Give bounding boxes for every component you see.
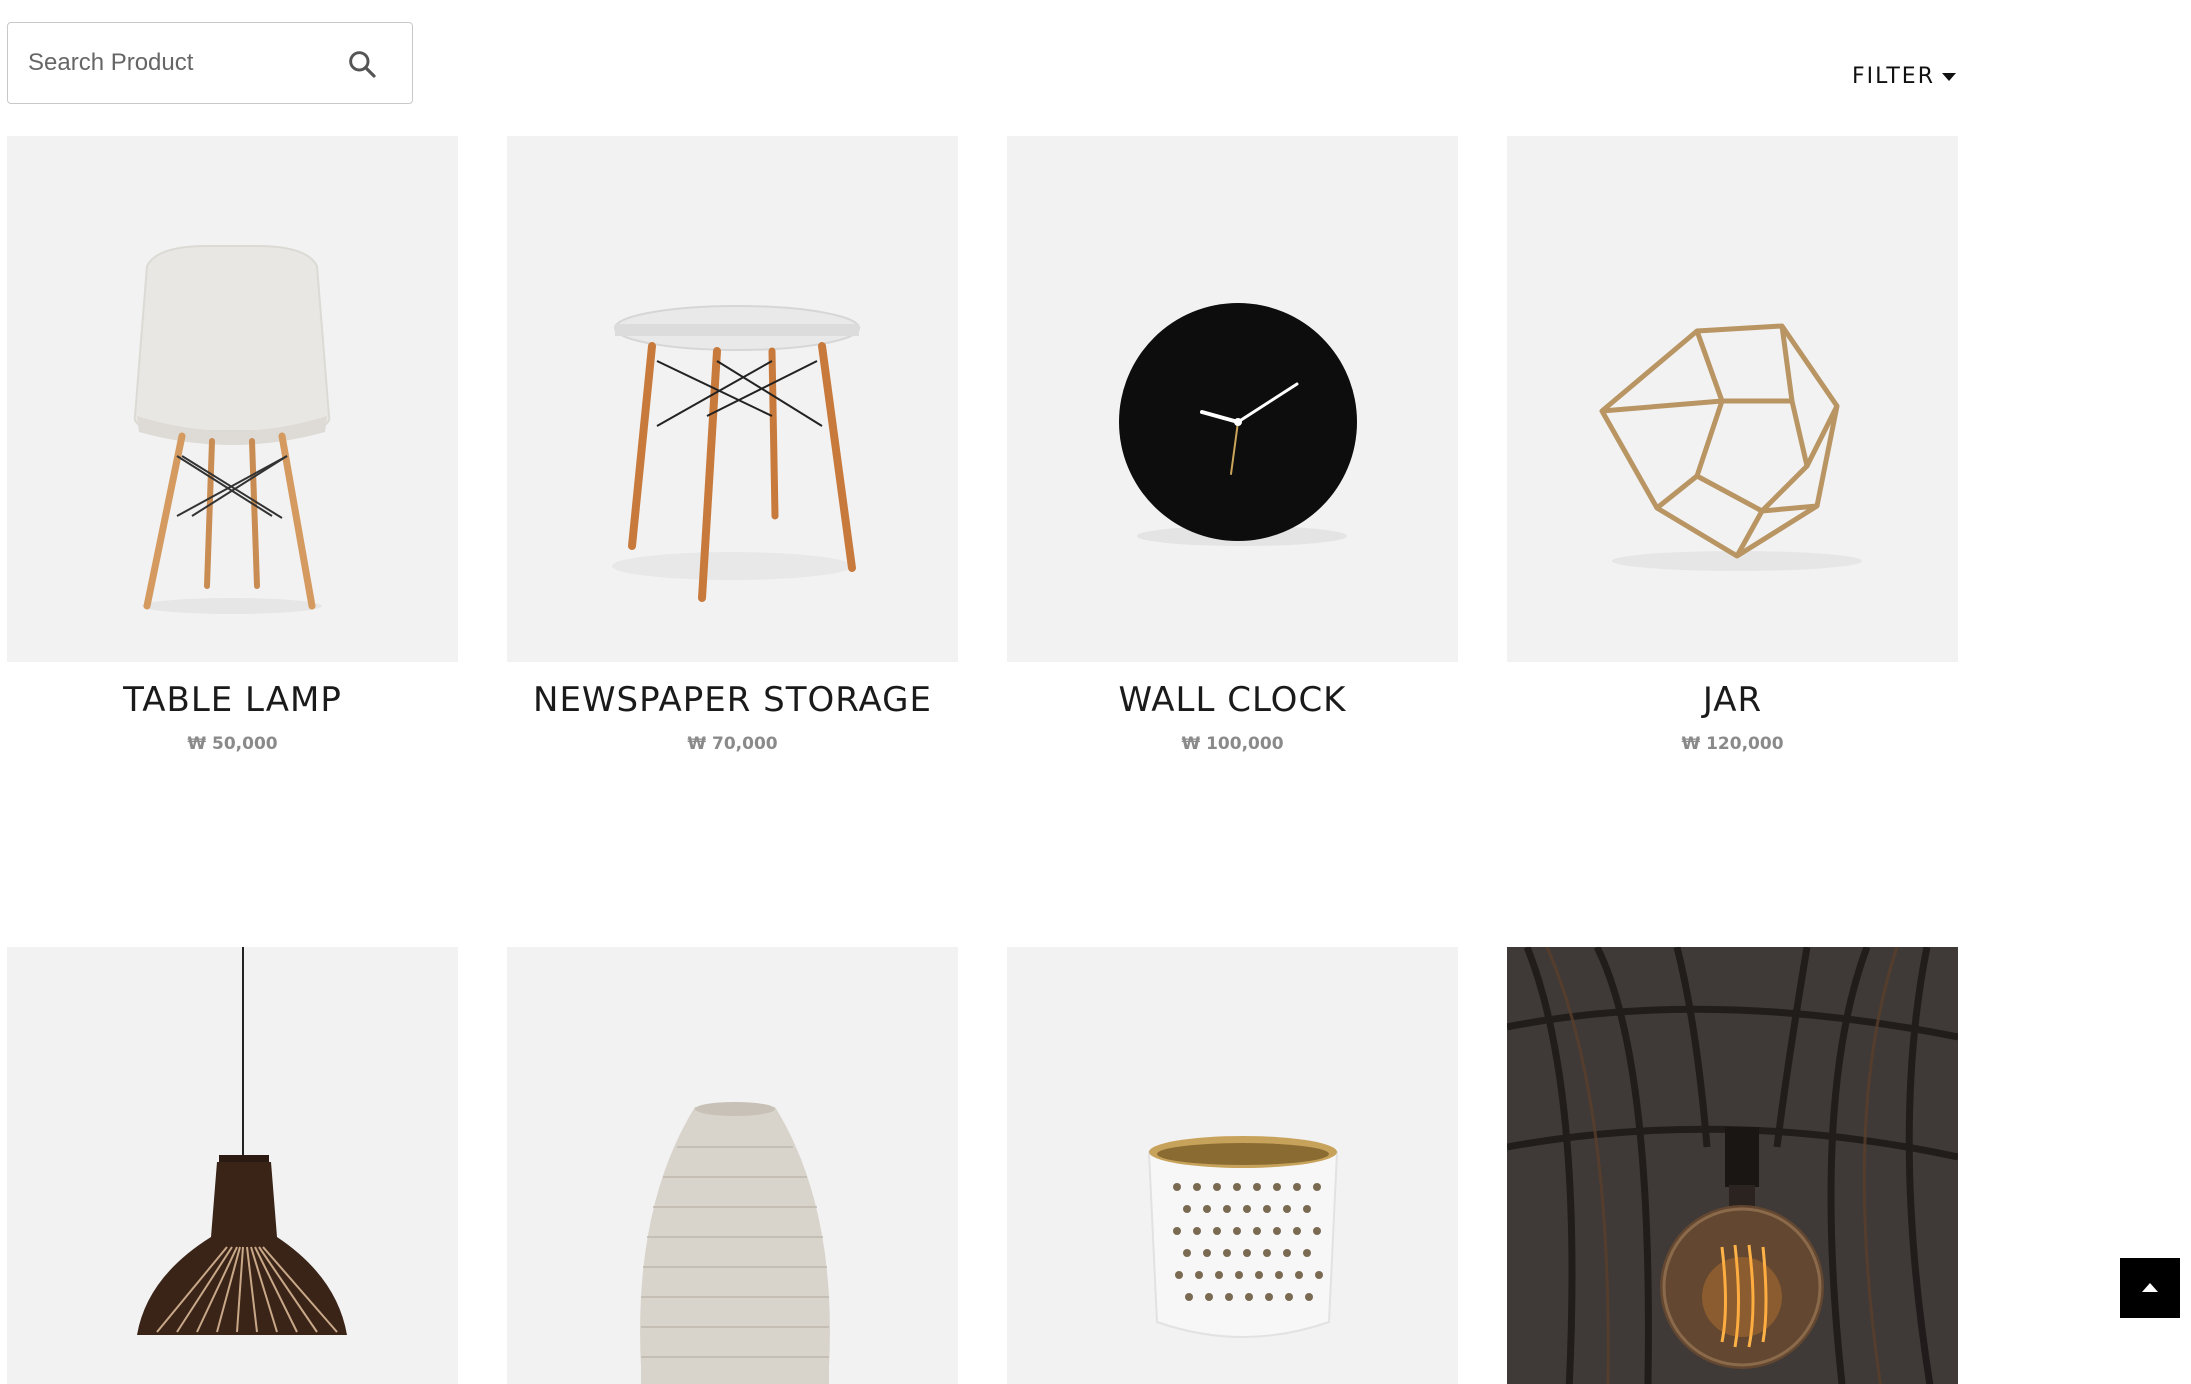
product-image-edison-bulb[interactable] (1507, 947, 1958, 1384)
product-card[interactable] (1507, 947, 1958, 1384)
product-card[interactable] (507, 947, 958, 1384)
product-card[interactable] (7, 947, 458, 1384)
product-title[interactable]: JAR (1507, 678, 1958, 722)
cup-illustration (1147, 1136, 1339, 1338)
clock-illustration (1119, 303, 1357, 546)
product-card[interactable]: WALL CLOCK ₩ 100,000 (1007, 136, 1458, 754)
product-image-stool[interactable] (507, 136, 958, 662)
product-card[interactable]: NEWSPAPER STORAGE ₩ 70,000 (507, 136, 958, 754)
product-card[interactable]: TABLE LAMP ₩ 50,000 (7, 136, 458, 754)
search-box[interactable] (7, 22, 413, 104)
search-input[interactable] (8, 32, 330, 94)
product-image-vase[interactable] (507, 947, 958, 1384)
product-title[interactable]: WALL CLOCK (1007, 678, 1458, 722)
chair-illustration (133, 245, 331, 614)
product-price: ₩ 100,000 (1181, 734, 1284, 754)
filter-label: FILTER (1852, 64, 1935, 89)
caret-down-icon (1942, 72, 1956, 81)
pendant-lamp-illustration (137, 947, 347, 1335)
arrow-up-icon (2142, 1283, 2158, 1292)
product-card[interactable] (1007, 947, 1458, 1384)
filter-dropdown[interactable]: FILTER (1852, 64, 1957, 89)
product-title[interactable]: NEWSPAPER STORAGE (507, 678, 958, 722)
product-image-cup[interactable] (1007, 947, 1458, 1384)
product-listing-page: FILTER TABLE LAMP ₩ 50,000 (0, 0, 2191, 1384)
stool-illustration (612, 305, 860, 602)
product-price: ₩ 50,000 (187, 734, 278, 754)
product-price: ₩ 70,000 (687, 734, 778, 754)
product-image-geometric-frame[interactable] (1507, 136, 1958, 662)
product-card[interactable]: JAR ₩ 120,000 (1507, 136, 1958, 754)
vase-illustration (640, 1102, 830, 1384)
product-price: ₩ 120,000 (1681, 734, 1784, 754)
geometric-frame-illustration (1599, 323, 1862, 571)
product-title[interactable]: TABLE LAMP (7, 678, 458, 722)
product-image-chair[interactable] (7, 136, 458, 662)
product-image-clock[interactable] (1007, 136, 1458, 662)
edison-bulb-illustration (1507, 947, 1958, 1384)
product-image-pendant-lamp[interactable] (7, 947, 458, 1384)
search-icon[interactable] (346, 48, 378, 80)
scroll-to-top-button[interactable] (2120, 1258, 2180, 1318)
